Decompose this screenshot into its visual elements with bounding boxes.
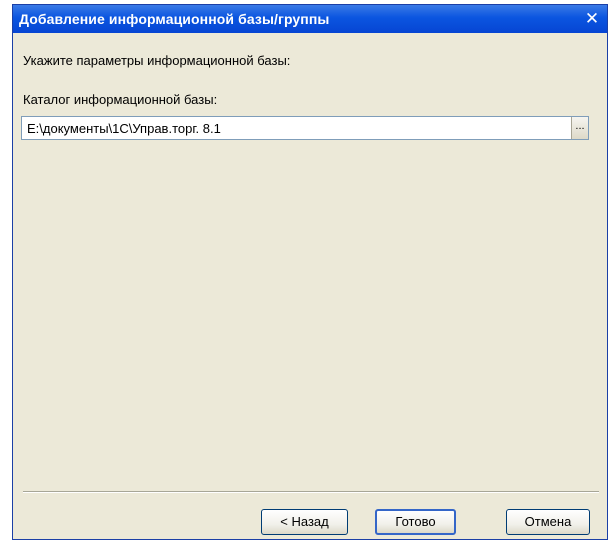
close-icon[interactable]: ✕	[583, 10, 601, 28]
instruction-text: Укажите параметры информационной базы:	[23, 53, 291, 68]
finish-button[interactable]: Готово	[375, 509, 456, 535]
window-title: Добавление информационной базы/группы	[19, 11, 330, 27]
back-button[interactable]: < Назад	[261, 509, 348, 535]
catalog-path-value[interactable]: E:\документы\1С\Управ.торг. 8.1	[27, 121, 221, 136]
dialog-window: Добавление информационной базы/группы ✕ …	[12, 4, 608, 540]
catalog-path-input[interactable]: E:\документы\1С\Управ.торг. 8.1 ...	[21, 116, 589, 140]
cancel-button[interactable]: Отмена	[506, 509, 590, 535]
footer-separator	[23, 491, 599, 493]
catalog-label: Каталог информационной базы:	[23, 92, 218, 107]
title-bar[interactable]: Добавление информационной базы/группы ✕	[13, 5, 607, 33]
browse-button[interactable]: ...	[571, 117, 588, 139]
